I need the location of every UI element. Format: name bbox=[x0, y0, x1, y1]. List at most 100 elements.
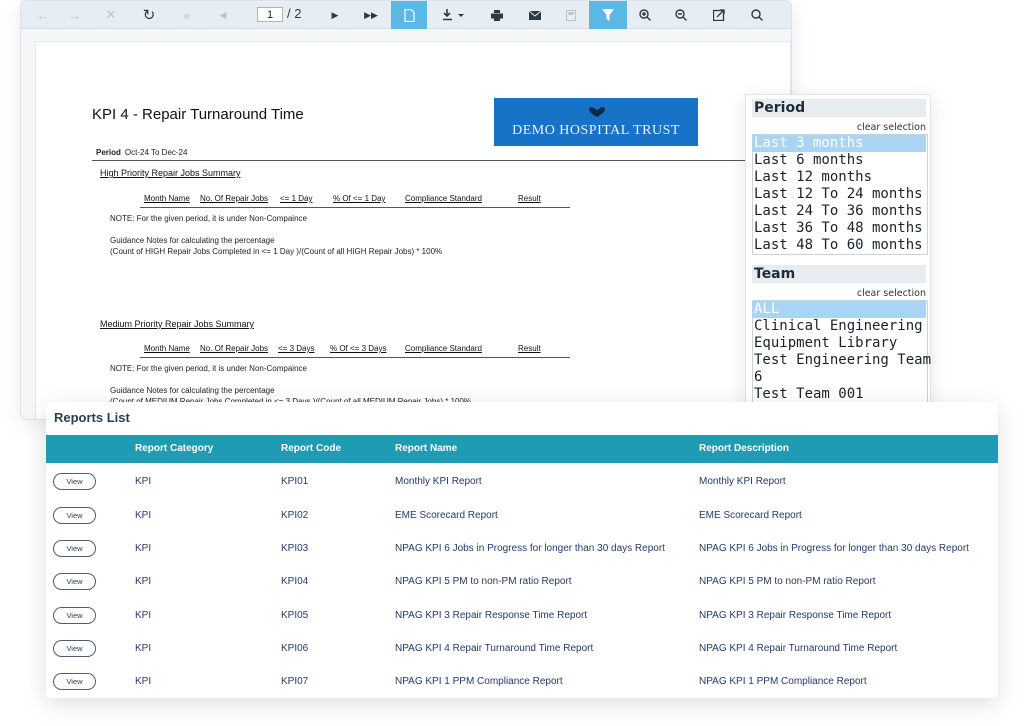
view-button[interactable]: View bbox=[53, 540, 96, 557]
back-icon[interactable]: → bbox=[59, 1, 91, 29]
high-guidance-title: Guidance Notes for calculating the perce… bbox=[110, 236, 275, 245]
period-option-36-48-months[interactable]: Last 36 To 48 months bbox=[752, 220, 926, 237]
medium-guidance-title: Guidance Notes for calculating the perce… bbox=[110, 386, 275, 395]
row-description: NPAG KPI 1 PPM Compliance Report bbox=[699, 676, 867, 687]
report-period: Period Oct-24 To Dec-24 bbox=[96, 148, 187, 157]
save-icon[interactable] bbox=[555, 1, 587, 29]
row-description: NPAG KPI 5 PM to non-PM ratio Report bbox=[699, 576, 876, 587]
period-option-12-months[interactable]: Last 12 months bbox=[752, 169, 926, 186]
view-button[interactable]: View bbox=[53, 673, 96, 690]
col-report-description[interactable]: Report Description bbox=[699, 443, 789, 454]
search-icon[interactable] bbox=[741, 1, 773, 29]
logo-text: DEMO HOSPITAL TRUST bbox=[512, 123, 680, 138]
row-description: EME Scorecard Report bbox=[699, 510, 802, 521]
row-code: KPI01 bbox=[281, 476, 309, 487]
download-icon[interactable] bbox=[433, 1, 475, 29]
header-divider bbox=[92, 160, 791, 161]
view-button[interactable]: View bbox=[53, 573, 96, 590]
row-category: KPI bbox=[135, 643, 152, 654]
logo-mark-icon bbox=[589, 107, 605, 117]
period-option-12-24-months[interactable]: Last 12 To 24 months bbox=[752, 186, 926, 203]
view-button[interactable]: View bbox=[53, 473, 96, 490]
prev-icon[interactable]: ◀ bbox=[207, 1, 239, 29]
row-description: NPAG KPI 4 Repair Turnaround Time Report bbox=[699, 643, 898, 654]
print-icon[interactable] bbox=[481, 1, 513, 29]
high-table-divider bbox=[140, 207, 570, 208]
table-row: View KPI KPI05 NPAG KPI 3 Repair Respons… bbox=[46, 598, 998, 631]
next-icon[interactable]: ▶ bbox=[319, 1, 351, 29]
report-title: KPI 4 - Repair Turnaround Time bbox=[92, 106, 304, 123]
team-option-equipment-library[interactable]: Equipment Library bbox=[752, 335, 926, 352]
row-category: KPI bbox=[135, 576, 152, 587]
medium-note: NOTE: For the given period, it is under … bbox=[110, 364, 307, 373]
row-category: KPI bbox=[135, 676, 152, 687]
page-total: / 2 bbox=[287, 6, 302, 21]
email-icon[interactable] bbox=[519, 1, 551, 29]
team-clear-selection[interactable]: clear selection bbox=[857, 288, 926, 299]
filter-icon[interactable] bbox=[589, 1, 627, 29]
period-option-3-months[interactable]: Last 3 months bbox=[752, 135, 926, 152]
table-row: View KPI KPI06 NPAG KPI 4 Repair Turnaro… bbox=[46, 631, 998, 664]
row-category: KPI bbox=[135, 510, 152, 521]
table-row: View KPI KPI02 EME Scorecard Report EME … bbox=[46, 498, 998, 531]
close-icon[interactable]: ✕ bbox=[95, 1, 127, 29]
high-col-month: Month Name bbox=[144, 194, 190, 203]
report-page: KPI 4 - Repair Turnaround Time DEMO HOSP… bbox=[35, 41, 791, 419]
view-button[interactable]: View bbox=[53, 640, 96, 657]
team-option-all[interactable]: ALL bbox=[752, 301, 926, 318]
refresh-icon[interactable]: ↻ bbox=[133, 1, 165, 29]
period-option-24-36-months[interactable]: Last 24 To 36 months bbox=[752, 203, 926, 220]
medium-col-within: <= 3 Days bbox=[278, 344, 315, 353]
document-icon[interactable] bbox=[391, 1, 427, 29]
medium-col-month: Month Name bbox=[144, 344, 190, 353]
team-option-test-engineering-team[interactable]: Test Engineering Team bbox=[752, 352, 931, 369]
export-icon[interactable] bbox=[703, 1, 735, 29]
row-code: KPI06 bbox=[281, 643, 309, 654]
row-name: EME Scorecard Report bbox=[395, 510, 498, 521]
row-code: KPI05 bbox=[281, 610, 309, 621]
period-clear-selection[interactable]: clear selection bbox=[857, 122, 926, 133]
zoom-in-icon[interactable] bbox=[629, 1, 661, 29]
medium-col-jobs: No. Of Repair Jobs bbox=[200, 344, 269, 353]
zoom-out-icon[interactable] bbox=[665, 1, 697, 29]
col-report-code[interactable]: Report Code bbox=[281, 443, 341, 454]
hospital-logo: DEMO HOSPITAL TRUST bbox=[494, 98, 698, 146]
period-value: Oct-24 To Dec-24 bbox=[124, 148, 188, 157]
col-report-category[interactable]: Report Category bbox=[135, 443, 213, 454]
col-report-name[interactable]: Report Name bbox=[395, 443, 457, 454]
row-name: NPAG KPI 3 Repair Response Time Report bbox=[395, 610, 588, 621]
last-page-icon[interactable]: ▶▶ bbox=[355, 1, 387, 29]
high-col-within: <= 1 Day bbox=[280, 194, 313, 203]
period-label: Period bbox=[96, 148, 121, 157]
table-row: View KPI KPI01 Monthly KPI Report Monthl… bbox=[46, 464, 998, 497]
reports-table-header: Report Category Report Code Report Name … bbox=[46, 435, 998, 463]
medium-col-percent: % Of <= 3 Days bbox=[330, 344, 387, 353]
table-row: View KPI KPI03 NPAG KPI 6 Jobs in Progre… bbox=[46, 531, 998, 564]
period-option-48-60-months[interactable]: Last 48 To 60 months bbox=[752, 237, 926, 254]
row-name: NPAG KPI 4 Repair Turnaround Time Report bbox=[395, 643, 594, 654]
viewer-toolbar: ← → ✕ ↻ « ◀ / 2 ▶ ▶▶ bbox=[21, 1, 791, 29]
period-option-6-months[interactable]: Last 6 months bbox=[752, 152, 926, 169]
row-code: KPI07 bbox=[281, 676, 309, 687]
view-button[interactable]: View bbox=[53, 607, 96, 624]
medium-priority-title: Medium Priority Repair Jobs Summary bbox=[100, 319, 255, 329]
row-code: KPI04 bbox=[281, 576, 309, 587]
medium-table-divider bbox=[140, 357, 570, 358]
high-guidance-formula: (Count of HIGH Repair Jobs Completed in … bbox=[110, 247, 443, 256]
medium-col-result: Result bbox=[518, 344, 541, 353]
first-page-icon[interactable]: ← bbox=[27, 1, 59, 29]
high-col-compliance: Compliance Standard bbox=[405, 194, 482, 203]
row-code: KPI02 bbox=[281, 510, 309, 521]
row-category: KPI bbox=[135, 476, 152, 487]
row-name: NPAG KPI 6 Jobs in Progress for longer t… bbox=[395, 543, 665, 554]
team-option-clinical-engineering[interactable]: Clinical Engineering bbox=[752, 318, 926, 335]
filter-panel: Period clear selection Last 3 months Las… bbox=[745, 94, 931, 419]
prev-page-icon[interactable]: « bbox=[171, 1, 203, 29]
row-description: Monthly KPI Report bbox=[699, 476, 786, 487]
team-option-test-team-001[interactable]: Test Team 001 bbox=[752, 386, 926, 403]
high-priority-title: High Priority Repair Jobs Summary bbox=[100, 168, 241, 178]
page-number-input[interactable] bbox=[257, 7, 283, 22]
team-option-6[interactable]: 6 bbox=[752, 369, 926, 386]
medium-col-compliance: Compliance Standard bbox=[405, 344, 482, 353]
view-button[interactable]: View bbox=[53, 507, 96, 524]
